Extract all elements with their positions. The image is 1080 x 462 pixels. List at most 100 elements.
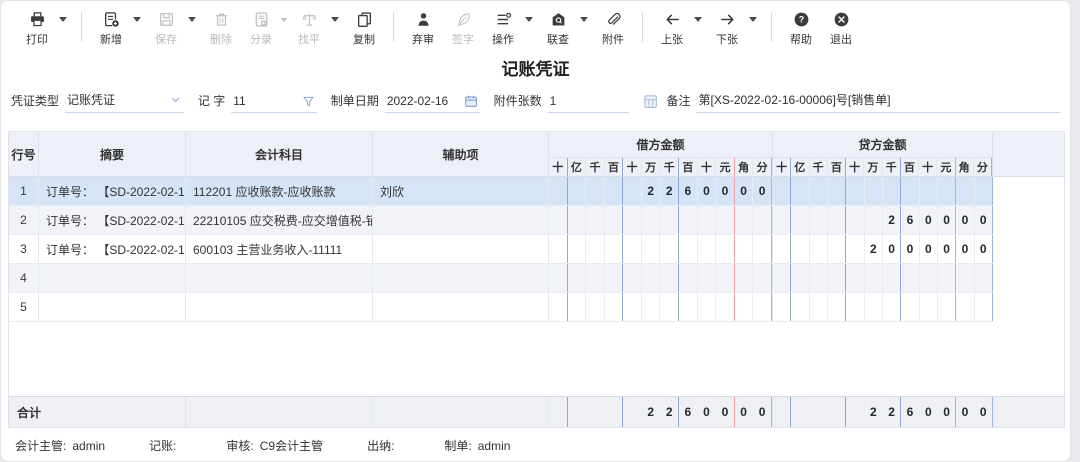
debit-digit-cell[interactable] — [623, 235, 642, 263]
voucher-date-input[interactable]: 2022-02-16 — [385, 92, 480, 113]
debit-digit-cell[interactable] — [586, 177, 605, 205]
aux-cell[interactable]: 刘欣 — [373, 177, 549, 205]
account-cell[interactable] — [186, 293, 373, 321]
credit-digit-cell[interactable] — [846, 397, 864, 427]
debit-digit-cell[interactable]: 2 — [642, 397, 661, 427]
credit-digit-cell[interactable] — [975, 177, 993, 205]
debit-digit-cell[interactable] — [716, 293, 735, 321]
debit-digit-cell[interactable] — [642, 235, 661, 263]
new-dropdown-caret[interactable] — [133, 17, 141, 22]
debit-digit-cell[interactable] — [586, 264, 605, 292]
aux-cell[interactable] — [373, 206, 549, 234]
sign-button[interactable]: 签字 — [444, 10, 482, 47]
debit-digit-cell[interactable]: 6 — [679, 397, 698, 427]
credit-digit-cell[interactable] — [828, 397, 846, 427]
debit-digit-cell[interactable] — [586, 206, 605, 234]
debit-digit-cell[interactable] — [623, 206, 642, 234]
debit-digit-cell[interactable] — [568, 235, 587, 263]
credit-digit-cell[interactable] — [773, 235, 791, 263]
save-dropdown-caret[interactable] — [188, 17, 196, 22]
credit-digit-cell[interactable]: 0 — [938, 235, 956, 263]
credit-digit-cell[interactable] — [810, 293, 828, 321]
credit-digit-cell[interactable] — [828, 177, 846, 205]
credit-digit-cell[interactable]: 6 — [901, 397, 919, 427]
credit-digit-cell[interactable] — [938, 264, 956, 292]
credit-digit-cell[interactable] — [791, 293, 809, 321]
debit-digit-cell[interactable] — [549, 264, 568, 292]
credit-digit-cell[interactable] — [846, 293, 864, 321]
summary-cell[interactable]: 订单号： 【SD-2022-02-16-00003... — [39, 177, 186, 205]
debit-digit-cell[interactable] — [679, 235, 698, 263]
summary-cell[interactable] — [39, 293, 186, 321]
aux-cell[interactable] — [373, 264, 549, 292]
debit-digit-cell[interactable] — [549, 206, 568, 234]
account-cell[interactable]: 22210105 应交税费-应交增值税-销项税款 — [186, 206, 373, 234]
debit-digit-cell[interactable] — [605, 177, 624, 205]
new-button[interactable]: 新增 — [92, 10, 130, 47]
debit-digit-cell[interactable] — [568, 264, 587, 292]
debit-digit-cell[interactable]: 2 — [660, 397, 679, 427]
debit-digit-cell[interactable] — [605, 206, 624, 234]
credit-digit-cell[interactable] — [956, 177, 974, 205]
credit-digit-cell[interactable]: 0 — [920, 235, 938, 263]
debit-digit-cell[interactable] — [568, 293, 587, 321]
debit-digit-cell[interactable] — [605, 264, 624, 292]
debit-digit-cell[interactable] — [753, 235, 772, 263]
debit-digit-cell[interactable]: 2 — [660, 177, 679, 205]
debit-digit-cell[interactable] — [586, 397, 605, 427]
credit-digit-cell[interactable]: 0 — [956, 235, 974, 263]
account-cell[interactable]: 600103 主营业务收入-11111 — [186, 235, 373, 263]
debit-digit-cell[interactable]: 0 — [716, 397, 735, 427]
credit-digit-cell[interactable] — [810, 235, 828, 263]
credit-digit-cell[interactable] — [846, 206, 864, 234]
credit-digit-cell[interactable] — [810, 177, 828, 205]
debit-digit-cell[interactable] — [549, 397, 568, 427]
debit-digit-cell[interactable]: 0 — [753, 397, 772, 427]
credit-digit-cell[interactable] — [920, 177, 938, 205]
credit-digit-cell[interactable] — [865, 206, 883, 234]
account-cell[interactable] — [186, 264, 373, 292]
remark-input[interactable]: 第[XS-2022-02-16-00006]号[销售单] — [696, 89, 1060, 113]
debit-digit-cell[interactable] — [623, 177, 642, 205]
debit-digit-cell[interactable] — [698, 206, 717, 234]
debit-digit-cell[interactable] — [753, 293, 772, 321]
copy-button[interactable]: 复制 — [345, 10, 383, 47]
debit-digit-cell[interactable]: 0 — [735, 397, 754, 427]
credit-digit-cell[interactable] — [938, 177, 956, 205]
credit-digit-cell[interactable]: 0 — [901, 235, 919, 263]
balance-button[interactable]: 找平 — [290, 10, 328, 47]
credit-digit-cell[interactable]: 0 — [975, 397, 993, 427]
debit-digit-cell[interactable] — [642, 293, 661, 321]
credit-digit-cell[interactable]: 0 — [920, 206, 938, 234]
credit-digit-cell[interactable] — [865, 293, 883, 321]
voucher-word-input[interactable]: 11 — [231, 92, 317, 113]
debit-digit-cell[interactable] — [735, 235, 754, 263]
debit-digit-cell[interactable] — [735, 264, 754, 292]
credit-digit-cell[interactable] — [828, 293, 846, 321]
credit-digit-cell[interactable] — [773, 293, 791, 321]
credit-digit-cell[interactable]: 0 — [938, 397, 956, 427]
credit-digit-cell[interactable] — [810, 206, 828, 234]
debit-digit-cell[interactable] — [716, 206, 735, 234]
credit-digit-cell[interactable] — [828, 235, 846, 263]
credit-digit-cell[interactable] — [865, 264, 883, 292]
debit-digit-cell[interactable] — [753, 206, 772, 234]
debit-digit-cell[interactable] — [623, 264, 642, 292]
debit-digit-cell[interactable]: 6 — [679, 177, 698, 205]
credit-digit-cell[interactable] — [901, 177, 919, 205]
credit-digit-cell[interactable] — [773, 206, 791, 234]
debit-digit-cell[interactable] — [698, 293, 717, 321]
credit-digit-cell[interactable]: 0 — [883, 235, 901, 263]
help-button[interactable]: ?帮助 — [782, 10, 820, 47]
debit-digit-cell[interactable] — [660, 206, 679, 234]
debit-digit-cell[interactable] — [568, 397, 587, 427]
summary-cell[interactable]: 订单号： 【SD-2022-02-16-00003... — [39, 206, 186, 234]
chevron-down-icon[interactable] — [169, 93, 182, 106]
credit-digit-cell[interactable]: 2 — [883, 397, 901, 427]
calculator-grid-icon[interactable] — [643, 94, 658, 109]
credit-digit-cell[interactable]: 0 — [975, 206, 993, 234]
calendar-icon[interactable] — [464, 94, 478, 108]
credit-digit-cell[interactable]: 0 — [975, 235, 993, 263]
debit-digit-cell[interactable] — [660, 264, 679, 292]
credit-digit-cell[interactable] — [883, 177, 901, 205]
